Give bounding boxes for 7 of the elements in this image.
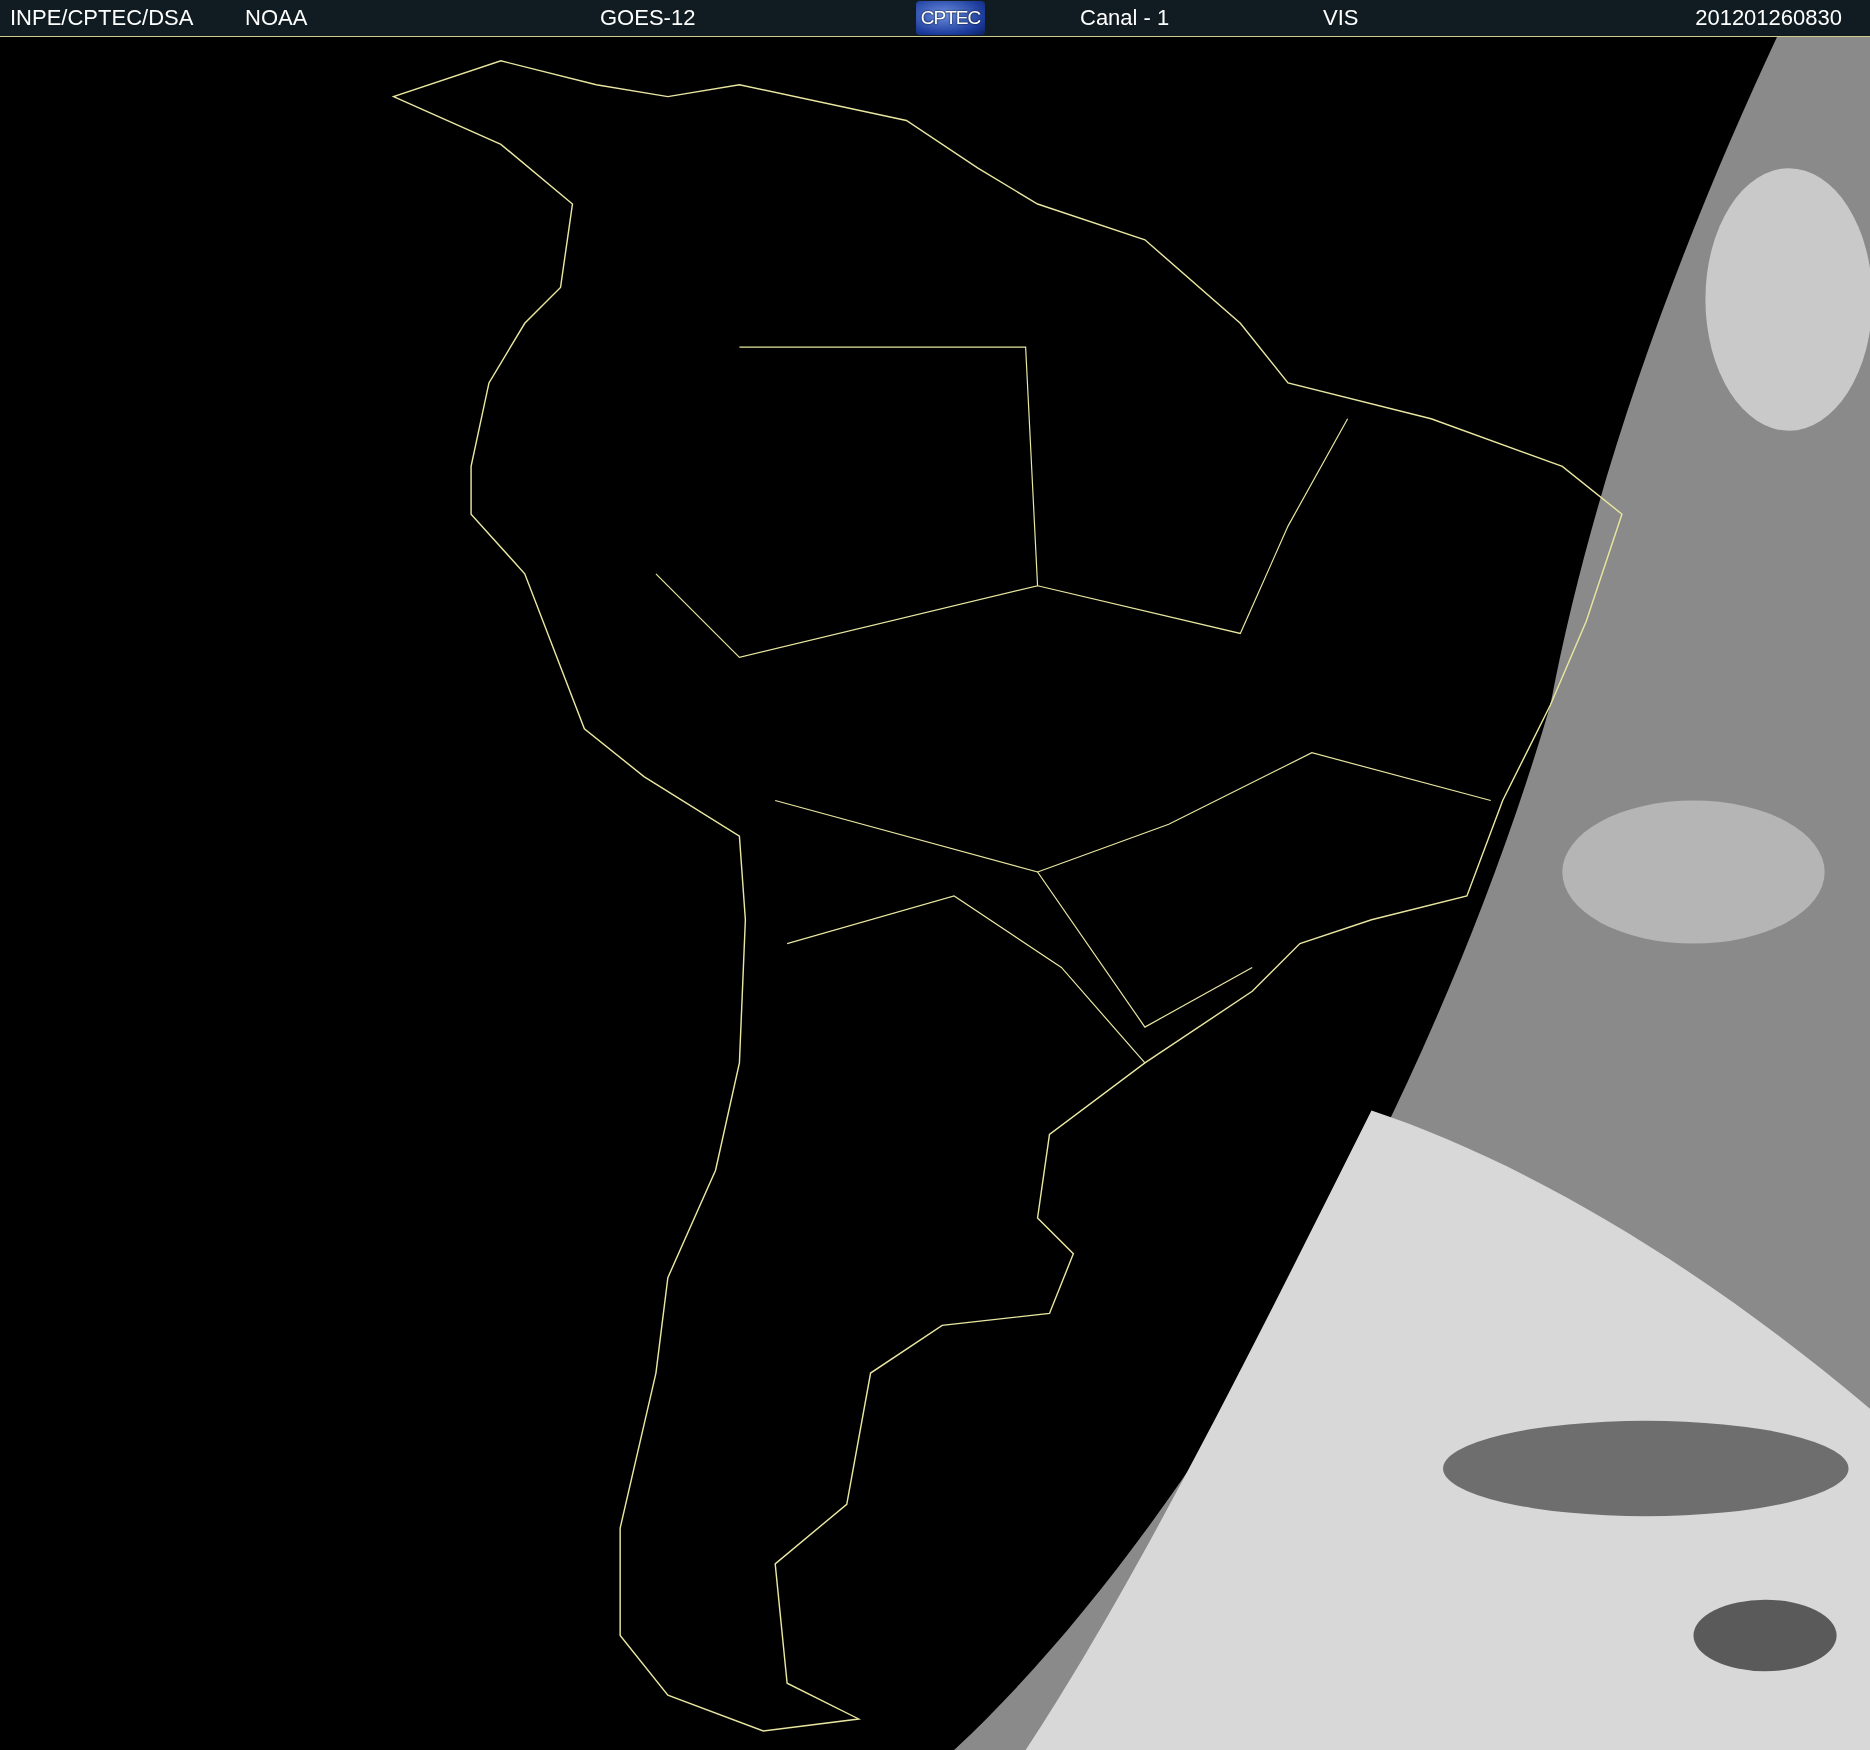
band-label: VIS [1323,5,1359,31]
channel-label: Canal - 1 [1080,5,1170,31]
satellite-label: GOES-12 [600,5,696,31]
source-label: INPE/CPTEC/DSA [10,5,194,31]
logo: CPTEC [916,1,985,35]
timestamp-label: 201201260830 [1695,5,1842,31]
agency-label: NOAA [245,5,308,31]
